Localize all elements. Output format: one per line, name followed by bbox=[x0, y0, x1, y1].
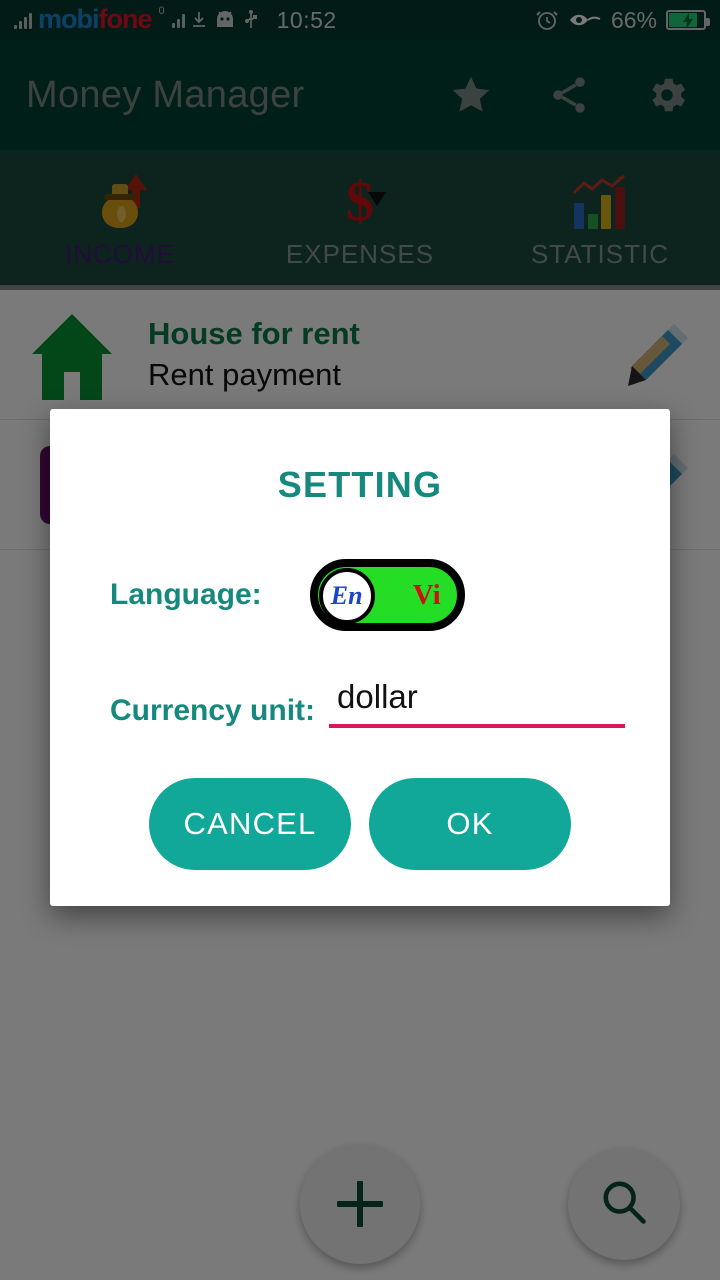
dialog-buttons: CANCEL OK bbox=[50, 778, 670, 870]
language-toggle[interactable]: En Vi bbox=[309, 559, 465, 631]
currency-field bbox=[329, 678, 626, 728]
language-label: Language: bbox=[110, 578, 262, 611]
ok-button[interactable]: OK bbox=[369, 778, 571, 870]
currency-label: Currency unit: bbox=[110, 694, 316, 727]
language-toggle-off-label: Vi bbox=[412, 578, 441, 611]
language-toggle-on-label: En bbox=[330, 581, 363, 610]
phone-screen: mobifone 0 10:52 bbox=[0, 0, 720, 1280]
cancel-button[interactable]: CANCEL bbox=[149, 778, 351, 870]
currency-input[interactable] bbox=[329, 678, 626, 724]
language-row: Language: En Vi bbox=[50, 559, 670, 631]
currency-underline bbox=[329, 724, 626, 728]
dialog-title: SETTING bbox=[277, 464, 443, 505]
setting-dialog: SETTING Language: En Vi Currency unit: C… bbox=[50, 409, 670, 906]
currency-row: Currency unit: bbox=[50, 678, 670, 728]
language-toggle-knob[interactable]: En bbox=[318, 568, 375, 624]
